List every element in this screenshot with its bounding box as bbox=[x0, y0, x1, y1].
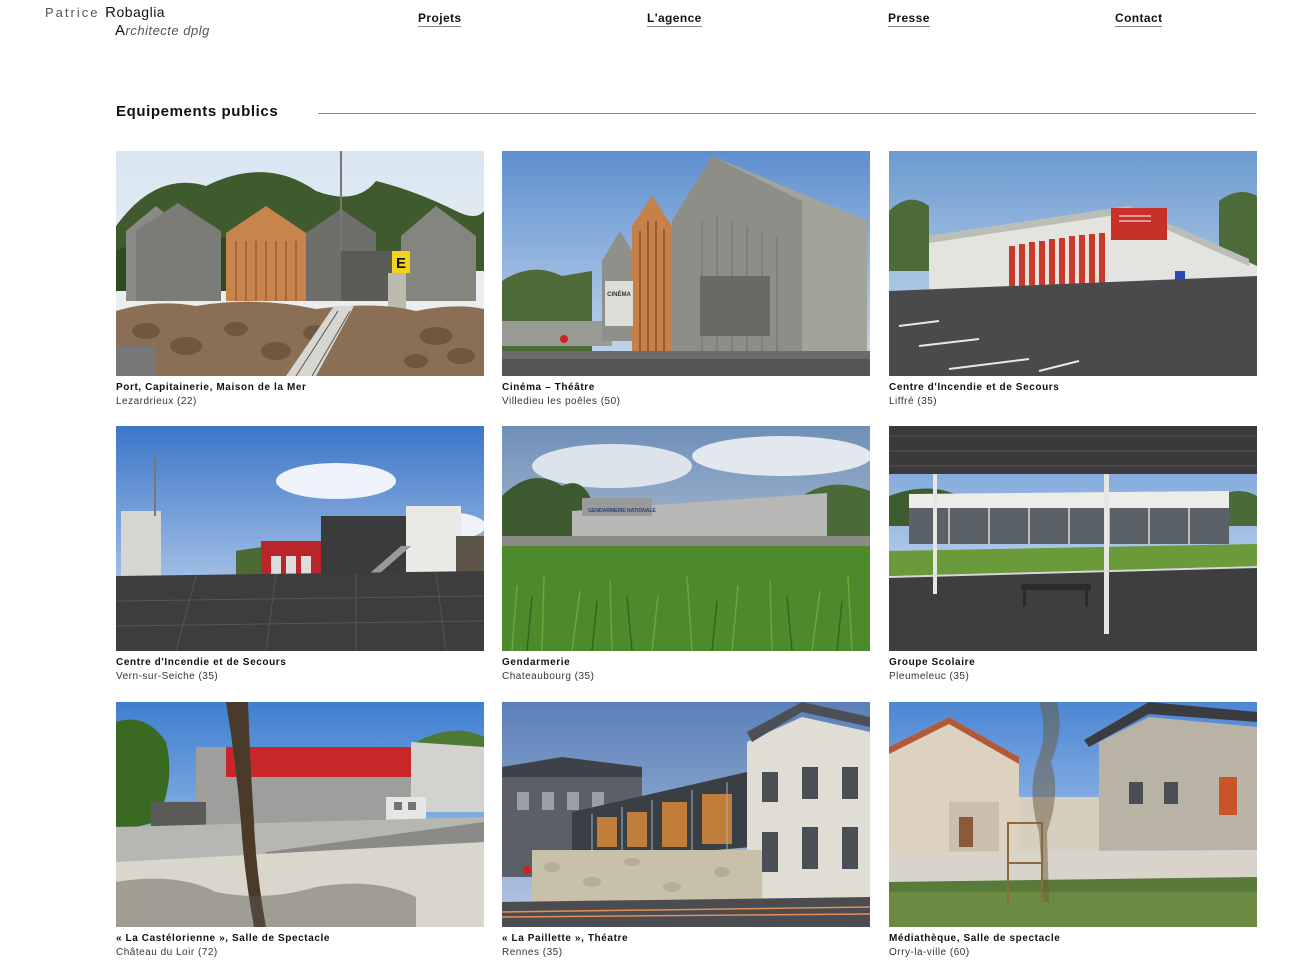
project-location: Pleumeleuc (35) bbox=[889, 671, 970, 682]
nav-link-agence[interactable]: L'agence bbox=[647, 11, 702, 27]
logo-first-name: Patrice bbox=[45, 5, 100, 20]
logo-last-name: obaglia bbox=[116, 4, 166, 20]
project-card-port-lezardrieux[interactable]: E Port, Capitainerie, Maison de la Mer L… bbox=[116, 151, 484, 407]
project-card-cinema-villedieu[interactable]: CINÉMA Cinéma – Théâtre Villedieu les po… bbox=[502, 151, 870, 407]
project-title: « La Castélorienne », Salle de Spectacle bbox=[116, 933, 331, 944]
project-location: Orry-la-ville (60) bbox=[889, 947, 970, 958]
project-card-cis-liffre[interactable]: Centre d'Incendie et de Secours Liffré (… bbox=[889, 151, 1257, 407]
project-title: Gendarmerie bbox=[502, 657, 571, 668]
section-title: Equipements publics bbox=[116, 103, 279, 120]
project-title: Centre d'Incendie et de Secours bbox=[116, 657, 287, 668]
project-location: Chateaubourg (35) bbox=[502, 671, 595, 682]
project-title: « La Paillette », Théatre bbox=[502, 933, 629, 944]
cinema-sign-text: CINÉMA bbox=[607, 290, 631, 298]
project-photo-castelorienne[interactable] bbox=[116, 702, 484, 927]
project-title: Centre d'Incendie et de Secours bbox=[889, 382, 1060, 393]
project-location: Rennes (35) bbox=[502, 947, 563, 958]
project-title: Port, Capitainerie, Maison de la Mer bbox=[116, 382, 307, 393]
logo-subtitle: rchitecte dplg bbox=[125, 23, 210, 38]
project-photo-groupe-scolaire[interactable] bbox=[889, 426, 1257, 651]
nav-link-projets[interactable]: Projets bbox=[418, 11, 462, 27]
project-photo-cinema[interactable]: CINÉMA bbox=[502, 151, 870, 376]
site-logo[interactable]: Patrice Robaglia Architecte dplg bbox=[45, 4, 210, 39]
project-title: Médiathèque, Salle de spectacle bbox=[889, 933, 1061, 944]
project-photo-la-paillette[interactable] bbox=[502, 702, 870, 927]
project-title: Groupe Scolaire bbox=[889, 657, 976, 668]
project-location: Vern-sur-Seiche (35) bbox=[116, 671, 219, 682]
project-photo-cis-vern[interactable] bbox=[116, 426, 484, 651]
nav-link-contact[interactable]: Contact bbox=[1115, 11, 1163, 27]
project-title: Cinéma – Théâtre bbox=[502, 382, 595, 393]
project-photo-gendarmerie[interactable]: GENDARMERIE NATIONALE bbox=[502, 426, 870, 651]
project-card-castelorienne[interactable]: « La Castélorienne », Salle de Spectacle… bbox=[116, 702, 484, 958]
project-location: Lezardrieux (22) bbox=[116, 396, 197, 407]
gendarmerie-sign-text: GENDARMERIE NATIONALE bbox=[588, 508, 656, 514]
project-card-gendarmerie[interactable]: GENDARMERIE NATIONALE Gendarmerie Chatea… bbox=[502, 426, 870, 682]
port-marker-letter: E bbox=[396, 255, 406, 272]
project-card-mediatheque[interactable]: Médiathèque, Salle de spectacle Orry-la-… bbox=[889, 702, 1257, 958]
project-card-groupe-scolaire[interactable]: Groupe Scolaire Pleumeleuc (35) bbox=[889, 426, 1257, 682]
project-photo-port[interactable]: E bbox=[116, 151, 484, 376]
project-card-cis-vern[interactable]: Centre d'Incendie et de Secours Vern-sur… bbox=[116, 426, 484, 682]
nav-link-presse[interactable]: Presse bbox=[888, 11, 930, 27]
logo-a-initial: A bbox=[115, 22, 126, 39]
project-photo-cis-liffre[interactable] bbox=[889, 151, 1257, 376]
project-location: Liffré (35) bbox=[889, 396, 938, 407]
project-card-la-paillette[interactable]: « La Paillette », Théatre Rennes (35) bbox=[502, 702, 870, 958]
logo-r-initial: R bbox=[105, 4, 117, 21]
project-location: Villedieu les poêles (50) bbox=[502, 396, 621, 407]
section-divider bbox=[318, 113, 1256, 114]
project-photo-mediatheque[interactable] bbox=[889, 702, 1257, 927]
project-location: Château du Loir (72) bbox=[116, 947, 218, 958]
